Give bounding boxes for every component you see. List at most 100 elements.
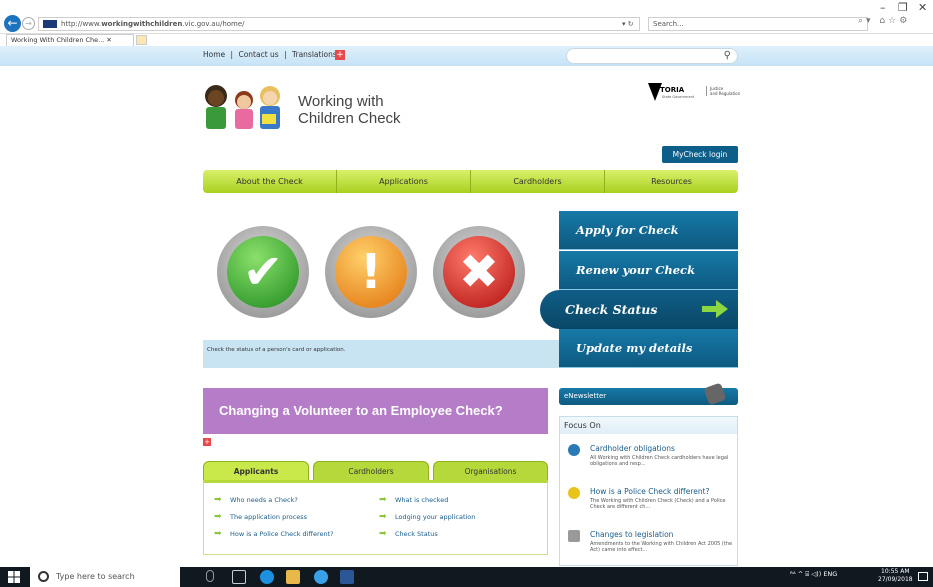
nav-about-the-check[interactable]: About the Check: [203, 170, 337, 193]
tab-cardholders[interactable]: Cardholders: [313, 461, 429, 481]
logo-line-1: Working with: [298, 93, 384, 110]
focus-item-desc: The Working with Children Check (Check) …: [590, 498, 726, 510]
focus-item-desc: Amendments to the Working with Children …: [590, 541, 733, 553]
edge-icon[interactable]: [260, 570, 274, 584]
logo-line-2: Children Check: [298, 110, 401, 127]
link-check-status[interactable]: Check Status: [395, 530, 438, 538]
microphone-icon[interactable]: [206, 570, 214, 582]
list-item[interactable]: ➡ The application process: [214, 512, 307, 522]
tab-panel: ➡ Who needs a Check? ➡ The application pro…: [203, 480, 548, 555]
nav-applications[interactable]: Applications: [337, 170, 471, 193]
arrow-icon: ➡: [379, 529, 387, 539]
warning-icon: !: [325, 226, 417, 318]
separator: |: [284, 50, 287, 59]
nav-cardholders[interactable]: Cardholders: [471, 170, 605, 193]
focus-item-title[interactable]: Changes to legislation: [590, 530, 673, 539]
address-bar[interactable]: http://www.workingwithchildren.vic.gov.a…: [38, 17, 640, 31]
tab-applicants[interactable]: Applicants: [203, 461, 309, 481]
apply-for-check-button[interactable]: Apply for Check: [559, 211, 738, 250]
site-logo-text[interactable]: Working with Children Check: [298, 93, 401, 127]
focus-on-title: Focus On: [560, 417, 737, 434]
camera-icon: [703, 382, 727, 406]
enewsletter-button[interactable]: eNewsletter: [559, 382, 738, 406]
lightbulb-icon: [568, 487, 580, 499]
forward-button[interactable]: →: [22, 17, 35, 30]
url-prefix: http://www.: [61, 20, 102, 28]
taskbar-search-input[interactable]: Type here to search: [30, 567, 180, 587]
update-details-button[interactable]: Update my details: [559, 329, 738, 368]
separator: |: [230, 50, 234, 59]
list-item[interactable]: ➡ Lodging your application: [379, 512, 475, 522]
expand-icon[interactable]: +: [203, 438, 211, 446]
browser-tab[interactable]: Working With Children Che... ✕: [6, 34, 134, 46]
search-icon[interactable]: ⚲: [724, 50, 731, 61]
victoria-government-logo[interactable]: TORIA State Government Justice and Regula…: [646, 83, 742, 109]
site-top-bar: [0, 46, 933, 66]
file-explorer-icon[interactable]: [286, 570, 300, 584]
volunteer-to-employee-banner[interactable]: Changing a Volunteer to an Employee Chec…: [203, 388, 548, 434]
new-tab-button[interactable]: [136, 35, 147, 45]
check-status-label: Check Status: [565, 302, 658, 317]
top-links: Home | Contact us | Translations: [203, 50, 340, 59]
checkmark-glyph: ✔: [242, 244, 284, 300]
cross-glyph: ✖: [458, 244, 500, 300]
mycheck-login-button[interactable]: MyCheck login: [662, 146, 738, 163]
word-icon[interactable]: [340, 570, 354, 584]
exclamation-glyph: !: [360, 244, 382, 300]
back-button[interactable]: ←: [4, 15, 21, 32]
audience-tabs: Applicants Cardholders Organisations: [203, 461, 548, 481]
focus-item-desc: All Working with Children Check cardhold…: [590, 455, 729, 467]
main-nav: About the Check Applications Cardholders…: [203, 170, 738, 193]
enewsletter-label: eNewsletter: [564, 392, 607, 400]
windows-start-icon[interactable]: [8, 571, 20, 583]
notifications-icon[interactable]: [918, 572, 928, 581]
list-item[interactable]: ➡ How is a Police Check different?: [214, 529, 334, 539]
clock[interactable]: 10:55 AM 27/09/2018: [878, 568, 913, 584]
hero-caption: Check the status of a person's card or a…: [203, 340, 559, 368]
taskbar-search-placeholder: Type here to search: [56, 572, 135, 581]
list-item[interactable]: ➡ Check Status: [379, 529, 438, 539]
browser-search-input[interactable]: Search...: [648, 17, 868, 31]
arrow-icon: ➡: [214, 495, 222, 505]
browser-toolbar-icons[interactable]: ⌕▾ ⌂☆⚙: [858, 16, 910, 26]
add-icon[interactable]: +: [335, 50, 345, 60]
link-who-needs-check[interactable]: Who needs a Check?: [230, 496, 298, 504]
url-suffix: .vic.gov.au/home/: [182, 20, 245, 28]
site-search-input[interactable]: ⚲: [566, 48, 738, 64]
nav-resources[interactable]: Resources: [605, 170, 738, 193]
focus-item-title[interactable]: How is a Police Check different?: [590, 487, 710, 496]
maximize-button[interactable]: ❐: [898, 1, 908, 14]
victoria-name: TORIA: [660, 86, 685, 94]
link-what-is-checked[interactable]: What is checked: [395, 496, 448, 504]
internet-explorer-icon[interactable]: [314, 570, 328, 584]
close-window-button[interactable]: ✕: [918, 1, 927, 14]
focus-item-title[interactable]: Cardholder obligations: [590, 444, 675, 453]
link-lodging-application[interactable]: Lodging your application: [395, 513, 475, 521]
question-icon: [568, 444, 580, 456]
check-status-button[interactable]: Check Status: [540, 290, 738, 329]
list-item[interactable]: ➡ What is checked: [379, 495, 448, 505]
children-logo-icon: [205, 85, 280, 129]
home-link[interactable]: Home: [203, 50, 225, 59]
department-name: Justice and Regulation: [706, 86, 740, 96]
error-icon: ✖: [433, 226, 525, 318]
renew-check-button[interactable]: Renew your Check: [559, 251, 738, 290]
arrow-icon: ➡: [379, 512, 387, 522]
link-police-check-different[interactable]: How is a Police Check different?: [230, 530, 334, 538]
task-view-icon[interactable]: [232, 570, 246, 584]
site-favicon-icon: [43, 20, 57, 28]
victoria-gov: State Government: [662, 95, 695, 99]
arrow-right-icon: [702, 300, 728, 318]
link-application-process[interactable]: The application process: [230, 513, 307, 521]
contact-link[interactable]: Contact us: [238, 50, 278, 59]
list-item[interactable]: ➡ Who needs a Check?: [214, 495, 298, 505]
clock-date: 27/09/2018: [878, 576, 913, 583]
tab-organisations[interactable]: Organisations: [433, 461, 548, 481]
translations-link[interactable]: Translations: [292, 50, 337, 59]
arrow-icon: ➡: [379, 495, 387, 505]
minimize-button[interactable]: –: [880, 1, 886, 14]
system-tray[interactable]: ᴿᴬ ^ ⌸ ◁)) ENG: [790, 570, 837, 579]
dept-line-2: and Regulation: [710, 91, 741, 96]
check-ok-icon: ✔: [217, 226, 309, 318]
document-icon: [568, 530, 580, 542]
